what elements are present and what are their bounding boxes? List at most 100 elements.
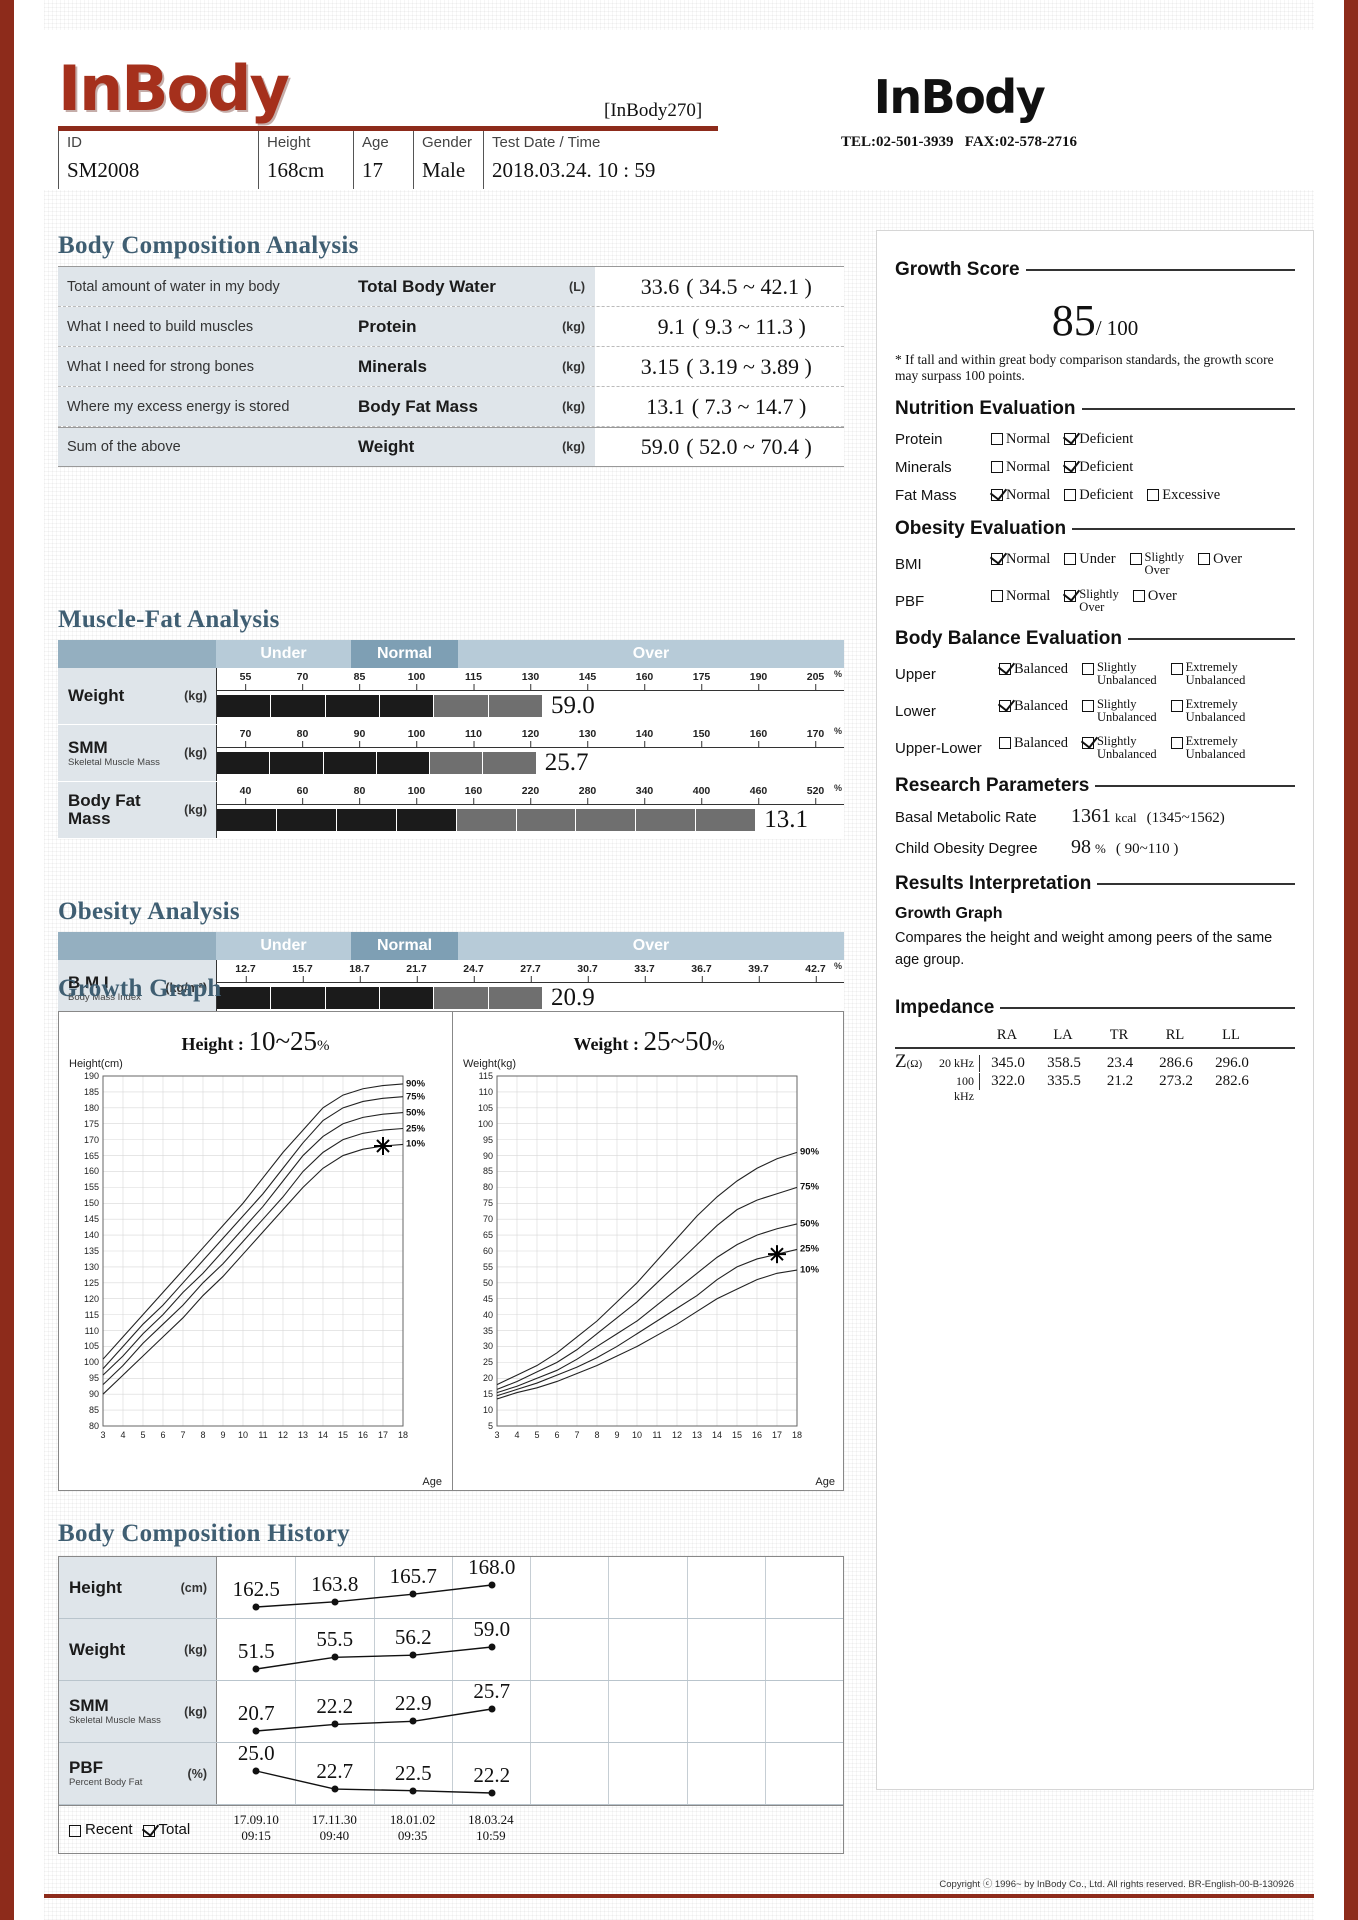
tick-label: 21.7 — [406, 963, 427, 975]
row-value-cell: 9.1( 9.3 ~ 11.3 ) — [595, 307, 844, 346]
option-checkbox[interactable] — [1064, 553, 1077, 565]
impedance-column: RL — [1165, 1027, 1185, 1043]
evaluation-option[interactable]: Deficient — [1064, 459, 1133, 476]
title-rule — [1081, 408, 1295, 410]
option-checkbox[interactable] — [999, 737, 1011, 749]
evaluation-option[interactable]: Extremely Unbalanced — [1170, 698, 1245, 724]
tick-label: 220 — [521, 785, 540, 797]
subject-field-test-date-time: Test Date / Time 2018.03.24. 10 : 59 — [483, 131, 663, 189]
field-value: SM2008 — [67, 158, 140, 182]
total-checkbox[interactable] — [142, 1824, 155, 1837]
research-value: 1361 — [1071, 805, 1111, 827]
evaluation-option[interactable]: Excessive — [1147, 487, 1220, 504]
evaluation-option[interactable]: Over — [1198, 551, 1242, 568]
tick-label: 130 — [578, 728, 597, 740]
history-unit: (kg) — [184, 1704, 207, 1719]
body-composition-table: Total amount of water in my body Total Bo… — [58, 266, 844, 467]
tel-label: TEL — [841, 134, 872, 150]
evaluation-options: Normal Deficient Excessive — [991, 487, 1220, 504]
bar-value: 59.0 — [551, 692, 595, 719]
bar-segment — [271, 695, 326, 717]
history-point — [488, 1705, 496, 1713]
evaluation-option[interactable]: Balanced — [999, 698, 1068, 715]
option-checkbox[interactable] — [1170, 663, 1183, 675]
bar-tick: 27.7 — [520, 963, 541, 983]
tick-mark — [302, 798, 304, 805]
evaluation-option[interactable]: Deficient — [1064, 487, 1133, 504]
history-mode-toggles[interactable]: Recent Total — [59, 1806, 217, 1853]
option-checkbox[interactable] — [1064, 461, 1077, 473]
option-checkbox[interactable] — [991, 489, 1003, 501]
option-checkbox[interactable] — [991, 590, 1003, 602]
option-checkbox[interactable] — [999, 700, 1011, 712]
evaluation-option[interactable]: Slightly Over — [1129, 551, 1184, 577]
tick-label: 42.7 — [805, 963, 826, 975]
field-value: Male — [422, 158, 466, 182]
bar-segment — [336, 809, 397, 831]
impedance-value: 282.6 — [1215, 1072, 1249, 1089]
option-label: Extremely Unbalanced — [1185, 734, 1246, 761]
bar-tick: 18.7 — [349, 963, 370, 983]
field-label: Height — [267, 134, 311, 151]
evaluation-option[interactable]: Normal — [991, 459, 1050, 476]
option-checkbox[interactable] — [1147, 489, 1160, 501]
impedance-column: TR — [1109, 1027, 1129, 1043]
bar-tick: 55 — [240, 671, 251, 691]
option-checkbox[interactable] — [1170, 700, 1183, 712]
tick-mark — [644, 798, 646, 805]
option-checkbox[interactable] — [991, 553, 1003, 565]
evaluation-option[interactable]: Slightly Unbalanced — [1081, 698, 1157, 724]
option-checkbox[interactable] — [1129, 553, 1142, 565]
tick-mark — [758, 741, 760, 748]
option-label: Deficient — [1079, 487, 1134, 503]
evaluation-option[interactable]: Slightly Over — [1064, 588, 1119, 614]
evaluation-option[interactable]: Normal — [991, 551, 1050, 568]
field-value: 168cm — [267, 158, 325, 182]
evaluation-option[interactable]: Balanced — [999, 735, 1068, 752]
tick-mark — [416, 798, 418, 805]
option-checkbox[interactable] — [1064, 489, 1077, 501]
bar-tick: 170 — [807, 728, 824, 748]
impedance-column: LL — [1222, 1027, 1240, 1043]
evaluation-option[interactable]: Extremely Unbalanced — [1170, 661, 1245, 687]
research-unit: % — [1095, 841, 1106, 856]
option-checkbox[interactable] — [1081, 700, 1094, 712]
history-name: Weight — [69, 1639, 126, 1659]
interpretation-title: Results Interpretation — [895, 873, 1295, 895]
evaluation-option[interactable]: Normal — [991, 588, 1050, 605]
evaluation-option[interactable]: Slightly Unbalanced — [1081, 735, 1157, 761]
evaluation-options: Balanced Slightly Unbalanced Extremely Unbal… — [999, 735, 1245, 761]
evaluation-option[interactable]: Slightly Unbalanced — [1081, 661, 1157, 687]
muscle-fat-analysis: Muscle-Fat Analysis Under Normal Over Weigh… — [58, 606, 844, 839]
option-label: Balanced — [1014, 661, 1068, 677]
bar-segment — [696, 809, 757, 831]
option-checkbox[interactable] — [1064, 590, 1077, 602]
evaluation-option[interactable]: Under — [1064, 551, 1116, 568]
tick-label: 175 — [692, 671, 711, 683]
tick-label: 15.7 — [292, 963, 313, 975]
evaluation-option[interactable]: Over — [1132, 588, 1177, 605]
option-checkbox[interactable] — [1081, 663, 1094, 675]
evaluation-options: Normal Slightly Over Over — [991, 588, 1177, 614]
option-checkbox[interactable] — [1064, 433, 1077, 445]
evaluation-option[interactable]: Balanced — [999, 661, 1068, 678]
history-value: 163.8 — [311, 1571, 359, 1596]
option-checkbox[interactable] — [999, 663, 1011, 675]
tick-mark — [815, 684, 817, 691]
recent-checkbox[interactable] — [69, 1824, 81, 1837]
option-checkbox[interactable] — [1081, 737, 1094, 749]
option-checkbox[interactable] — [1170, 737, 1183, 749]
contact-info: TEL:02-501-3939 FAX:02-578-2716 — [779, 134, 1139, 151]
evaluation-option[interactable]: Normal — [991, 487, 1050, 504]
header-normal: Normal — [351, 640, 458, 668]
evaluation-option[interactable]: Extremely Unbalanced — [1170, 734, 1246, 761]
evaluation-option[interactable]: Deficient — [1064, 431, 1133, 448]
growth-score-title: Growth Score — [895, 259, 1295, 281]
option-checkbox[interactable] — [1132, 590, 1145, 602]
obesity-eval-rows: BMI Normal Under Slightly Over Over PBF Normal S… — [895, 551, 1295, 614]
option-checkbox[interactable] — [1198, 553, 1211, 565]
bar-segment — [430, 752, 484, 774]
evaluation-option[interactable]: Normal — [991, 431, 1050, 448]
option-checkbox[interactable] — [991, 433, 1003, 445]
option-checkbox[interactable] — [991, 461, 1003, 473]
